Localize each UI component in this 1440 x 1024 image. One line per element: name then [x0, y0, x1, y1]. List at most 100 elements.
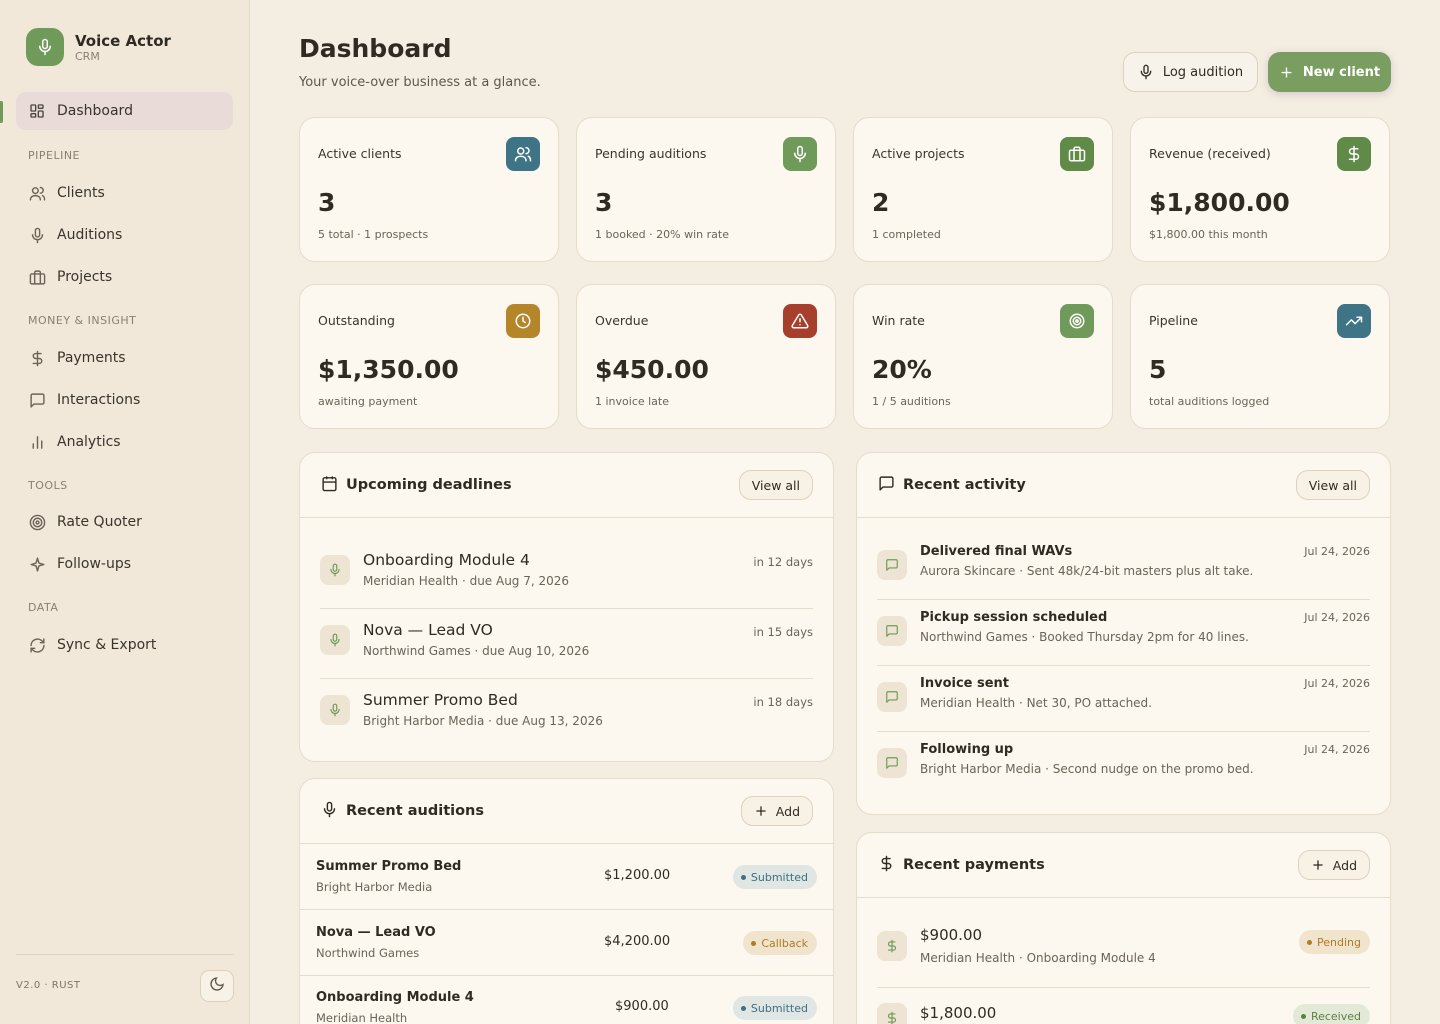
target-icon [1060, 304, 1094, 338]
sidebar-item-rate-quoter[interactable]: Rate Quoter [16, 503, 233, 541]
sidebar-item-label: Interactions [57, 392, 141, 408]
activity-sub: Northwind Games · Booked Thursday 2pm fo… [920, 630, 1249, 644]
sidebar-item-follow-ups[interactable]: Follow-ups [16, 545, 233, 583]
section-data: DATA [28, 601, 59, 614]
message-icon [877, 682, 907, 712]
dollar-icon [1337, 137, 1371, 171]
view-all-deadlines-button[interactable]: View all [738, 470, 813, 500]
audition-client: Meridian Health [316, 1011, 408, 1024]
sidebar-item-auditions[interactable]: Auditions [16, 216, 233, 254]
payment-row[interactable]: $900.00 Meridian Health · Onboarding Mod… [877, 918, 1370, 988]
stat-label: Outstanding [318, 313, 395, 328]
activity-row[interactable]: Pickup session scheduled Northwind Games… [877, 600, 1370, 666]
sidebar-item-label: Sync & Export [57, 637, 157, 653]
sidebar-item-label: Clients [57, 185, 105, 201]
dollar-icon [28, 349, 46, 367]
target-icon [28, 513, 46, 531]
stat-card-outstanding[interactable]: Outstanding $1,350.00 awaiting payment [299, 284, 559, 429]
deadline-row[interactable]: Nova — Lead VO Northwind Games · due Aug… [320, 609, 813, 679]
section-money: MONEY & INSIGHT [28, 314, 137, 327]
audition-amount: $4,200.00 [604, 934, 671, 949]
deadline-row[interactable]: Summer Promo Bed Bright Harbor Media · d… [320, 679, 813, 749]
stat-label: Revenue (received) [1149, 146, 1271, 161]
new-client-label: New client [1302, 64, 1381, 80]
panel-header: Recent auditions Add [300, 779, 833, 844]
stat-card-active-clients[interactable]: Active clients 3 5 total · 1 prospects [299, 117, 559, 262]
activity-sub: Bright Harbor Media · Second nudge on th… [920, 762, 1254, 776]
page-subtitle: Your voice-over business at a glance. [299, 75, 541, 90]
log-audition-button[interactable]: Log audition [1123, 52, 1258, 92]
stat-card-active-projects[interactable]: Active projects 2 1 completed [853, 117, 1113, 262]
activity-row[interactable]: Invoice sent Meridian Health · Net 30, P… [877, 666, 1370, 732]
sidebar-item-label: Auditions [57, 227, 123, 243]
app-title: Voice Actor [75, 31, 171, 50]
view-all-activity-button[interactable]: View all [1295, 470, 1370, 500]
mic-icon [783, 137, 817, 171]
stat-sub: $1,800.00 this month [1149, 228, 1268, 241]
activity-date: Jul 24, 2026 [1304, 611, 1370, 624]
stat-card-pending-auditions[interactable]: Pending auditions 3 1 booked · 20% win r… [576, 117, 836, 262]
activity-date: Jul 24, 2026 [1304, 743, 1370, 756]
panel-title: Recent payments [903, 857, 1045, 873]
payment-row[interactable]: $1,800.00 Received [877, 988, 1370, 1024]
message-square-icon [877, 474, 895, 492]
sidebar-item-label: Follow-ups [57, 556, 132, 572]
add-label: Add [775, 803, 800, 819]
audition-row[interactable]: Nova — Lead VO Northwind Games $4,200.00… [300, 910, 833, 976]
sidebar-item-clients[interactable]: Clients [16, 174, 233, 212]
log-audition-label: Log audition [1162, 64, 1244, 80]
stat-card-pipeline[interactable]: Pipeline 5 total auditions logged [1130, 284, 1390, 429]
sidebar-item-analytics[interactable]: Analytics [16, 423, 233, 461]
add-audition-button[interactable]: Add [740, 796, 813, 826]
audition-row[interactable]: Summer Promo Bed Bright Harbor Media $1,… [300, 844, 833, 910]
payment-amount: $900.00 [920, 926, 983, 944]
status-badge: Received [1292, 1004, 1370, 1024]
activity-row[interactable]: Following up Bright Harbor Media · Secon… [877, 732, 1370, 798]
plus-icon [1311, 858, 1325, 872]
deadline-title: Nova — Lead VO [363, 621, 493, 639]
stat-card-win-rate[interactable]: Win rate 20% 1 / 5 auditions [853, 284, 1113, 429]
audition-amount: $1,200.00 [604, 868, 671, 883]
theme-toggle-button[interactable] [200, 970, 234, 1002]
payments-panel: Recent payments Add $900.00 Meridian Hea… [856, 832, 1391, 1024]
audition-amount: $900.00 [615, 999, 669, 1014]
payment-sub: Meridian Health · Onboarding Module 4 [920, 951, 1156, 965]
activity-date: Jul 24, 2026 [1304, 677, 1370, 690]
new-client-button[interactable]: New client [1268, 52, 1391, 92]
sidebar-item-sync-export[interactable]: Sync & Export [16, 626, 233, 664]
sidebar-item-payments[interactable]: Payments [16, 339, 233, 377]
stat-sub: 1 booked · 20% win rate [595, 228, 729, 241]
payment-amount: $1,800.00 [920, 1004, 997, 1022]
section-tools: TOOLS [28, 479, 68, 492]
mic-icon [28, 226, 46, 244]
audition-row[interactable]: Onboarding Module 4 Meridian Health $900… [300, 975, 833, 1024]
stat-card-overdue[interactable]: Overdue $450.00 1 invoice late [576, 284, 836, 429]
sidebar-item-dashboard[interactable]: Dashboard [16, 92, 233, 130]
stat-label: Overdue [595, 313, 649, 328]
dollar-icon [877, 931, 907, 961]
plus-icon [1279, 65, 1294, 80]
stat-card-revenue[interactable]: Revenue (received) $1,800.00 $1,800.00 t… [1130, 117, 1390, 262]
deadline-sub: Bright Harbor Media · due Aug 13, 2026 [363, 714, 603, 728]
panel-header: Recent payments Add [857, 833, 1390, 898]
deadline-title: Summer Promo Bed [363, 691, 518, 709]
mic-icon [1138, 64, 1154, 80]
activity-sub: Aurora Skincare · Sent 48k/24-bit master… [920, 564, 1254, 578]
alert-icon [783, 304, 817, 338]
moon-icon [209, 976, 225, 996]
message-icon [877, 616, 907, 646]
audition-title: Nova — Lead VO [316, 925, 436, 940]
activity-row[interactable]: Delivered final WAVs Aurora Skincare · S… [877, 534, 1370, 600]
sidebar-item-projects[interactable]: Projects [16, 258, 233, 296]
deadline-row[interactable]: Onboarding Module 4 Meridian Health · du… [320, 539, 813, 609]
mic-logo-icon [26, 28, 64, 66]
add-payment-button[interactable]: Add [1297, 850, 1370, 880]
message-icon [877, 550, 907, 580]
users-icon [28, 184, 46, 202]
activity-title: Invoice sent [920, 676, 1010, 691]
audition-title: Summer Promo Bed [316, 859, 462, 874]
sidebar-item-interactions[interactable]: Interactions [16, 381, 233, 419]
stat-value: 5 [1149, 355, 1167, 384]
version-label: V2.0 · RUST [16, 980, 81, 991]
activity-date: Jul 24, 2026 [1304, 545, 1370, 558]
